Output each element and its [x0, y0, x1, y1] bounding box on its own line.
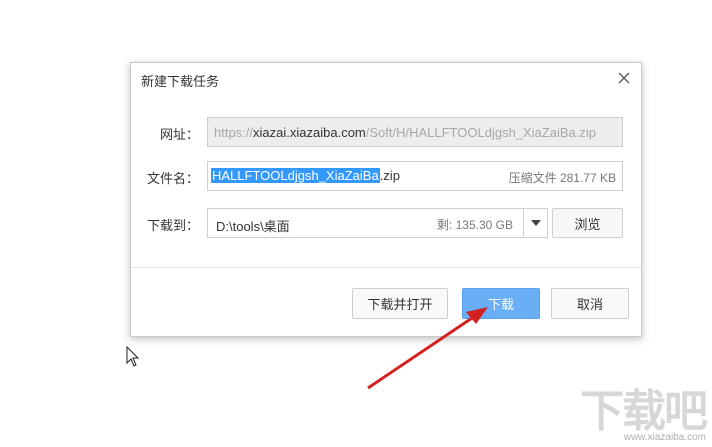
save-path: D:\tools\桌面 [216, 219, 290, 234]
url-host: xiazai.xiazaiba.com [253, 125, 366, 140]
download-and-open-button[interactable]: 下载并打开 [352, 288, 448, 319]
url-path: /Soft/H/HALLFTOOLdjgsh_XiaZaiBa.zip [365, 125, 597, 140]
filename-extension: .zip [379, 168, 400, 183]
dialog-titlebar: 新建下载任务 [131, 63, 641, 93]
file-meta: 压缩文件 281.77 KB [508, 171, 616, 185]
browse-button[interactable]: 浏览 [552, 208, 623, 238]
watermark-logo: 下载吧 [580, 386, 708, 437]
url-text: https://xiazai.xiazaiba.com/Soft/H/HALLF… [214, 125, 596, 140]
watermark: 下载吧 www.xiazaiba.com [580, 386, 708, 444]
url-field[interactable]: https://xiazai.xiazaiba.com/Soft/H/HALLF… [207, 117, 623, 147]
new-download-dialog: 新建下载任务 网址： https://xiazai.xiazaiba.com/S… [130, 62, 642, 337]
filename-selected-text: HALLFTOOLdjgsh_XiaZaiBa [211, 168, 380, 183]
save-path-field[interactable]: D:\tools\桌面 剩: 135.30 GB [207, 208, 548, 238]
dialog-title: 新建下载任务 [141, 74, 220, 89]
divider [131, 267, 641, 268]
cancel-button[interactable]: 取消 [551, 288, 629, 319]
chevron-down-icon [531, 220, 541, 226]
download-button[interactable]: 下载 [462, 288, 540, 319]
filename-text: HALLFTOOLdjgsh_XiaZaiBa.zip [211, 167, 400, 185]
close-icon [618, 72, 630, 84]
url-prefix: https:// [214, 125, 254, 140]
url-label: 网址： [159, 127, 199, 142]
free-space: 剩: 135.30 GB [436, 218, 513, 232]
mouse-cursor-icon [126, 346, 140, 367]
saveto-label: 下载到： [146, 218, 199, 233]
filename-label: 文件名： [146, 171, 199, 186]
close-button[interactable] [613, 67, 635, 89]
filename-input[interactable]: HALLFTOOLdjgsh_XiaZaiBa.zip 压缩文件 281.77 … [207, 161, 623, 191]
path-dropdown-button[interactable] [523, 208, 548, 238]
